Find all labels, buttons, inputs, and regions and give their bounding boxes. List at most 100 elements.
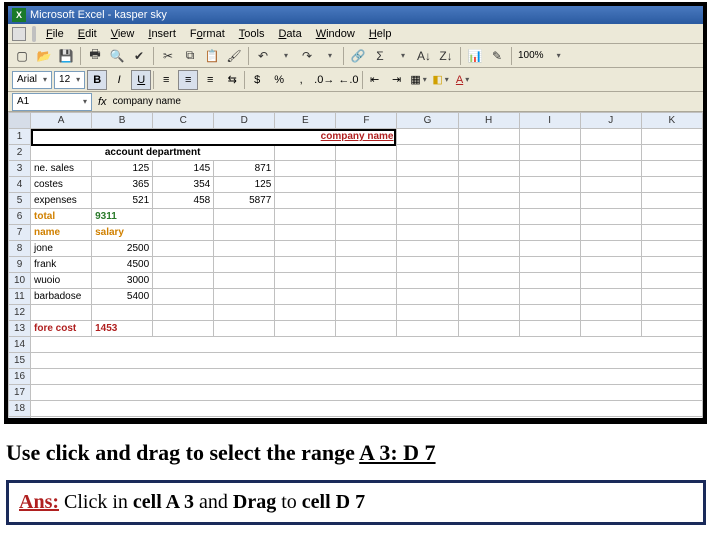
row-header[interactable]: 1 (9, 129, 31, 145)
row-header[interactable]: 14 (9, 337, 31, 353)
increase-decimal-icon[interactable]: .0→ (313, 70, 335, 90)
drawing-icon[interactable]: ✎ (487, 46, 507, 66)
cell[interactable]: 125 (214, 177, 275, 193)
col-header[interactable]: K (641, 113, 702, 129)
cell[interactable]: 5877 (214, 193, 275, 209)
align-left-icon[interactable]: ≡ (156, 70, 176, 90)
borders-icon[interactable]: ▦ (409, 70, 429, 90)
open-icon[interactable]: 📂 (34, 46, 54, 66)
row-header[interactable]: 18 (9, 401, 31, 417)
cell[interactable]: expenses (31, 193, 92, 209)
col-header[interactable]: B (92, 113, 153, 129)
menu-tools[interactable]: Tools (233, 26, 271, 42)
cell[interactable]: jone (31, 241, 92, 257)
zoom-value[interactable]: 100% (516, 50, 546, 61)
cell[interactable]: 521 (92, 193, 153, 209)
row-header[interactable]: 7 (9, 225, 31, 241)
autosum-icon[interactable]: Σ (370, 46, 390, 66)
cell-total-label[interactable]: total (31, 209, 92, 225)
col-header[interactable]: I (519, 113, 580, 129)
currency-icon[interactable]: $ (247, 70, 267, 90)
underline-button[interactable]: U (131, 70, 151, 90)
cell[interactable]: barbadose (31, 289, 92, 305)
align-right-icon[interactable]: ≡ (200, 70, 220, 90)
format-painter-icon[interactable]: 🖌 (224, 46, 244, 66)
cell[interactable]: 871 (214, 161, 275, 177)
print-preview-icon[interactable]: 🔍 (107, 46, 127, 66)
select-all-corner[interactable] (9, 113, 31, 129)
bold-button[interactable]: B (87, 70, 107, 90)
menu-format[interactable]: Format (184, 26, 231, 42)
sort-asc-icon[interactable]: A↓ (414, 46, 434, 66)
col-header[interactable]: D (214, 113, 275, 129)
menu-help[interactable]: Help (363, 26, 398, 42)
autosum-dropdown-icon[interactable] (392, 46, 412, 66)
menu-window[interactable]: Window (310, 26, 361, 42)
merge-center-icon[interactable]: ⇆ (222, 70, 242, 90)
col-header[interactable]: C (153, 113, 214, 129)
menu-insert[interactable]: Insert (142, 26, 182, 42)
cell[interactable]: 5400 (92, 289, 153, 305)
name-box[interactable]: A1 (12, 93, 92, 111)
cell[interactable]: 3000 (92, 273, 153, 289)
row-header[interactable]: 19 (9, 417, 31, 419)
col-header[interactable]: H (458, 113, 519, 129)
redo-dropdown-icon[interactable] (319, 46, 339, 66)
workbook-icon[interactable] (12, 27, 26, 41)
row-header[interactable]: 11 (9, 289, 31, 305)
menu-data[interactable]: Data (272, 26, 307, 42)
row-header[interactable]: 9 (9, 257, 31, 273)
percent-icon[interactable]: % (269, 70, 289, 90)
font-combo[interactable]: Arial (12, 71, 52, 89)
cell[interactable]: wuoio (31, 273, 92, 289)
chart-icon[interactable]: 📊 (465, 46, 485, 66)
row-header[interactable]: 6 (9, 209, 31, 225)
cell-account-dept[interactable]: account department (31, 145, 275, 161)
col-header[interactable]: A (31, 113, 92, 129)
comma-icon[interactable]: , (291, 70, 311, 90)
row-header[interactable]: 2 (9, 145, 31, 161)
spreadsheet-grid[interactable]: A B C D E F G H I J K 1 company name (8, 112, 703, 418)
cell[interactable]: 4500 (92, 257, 153, 273)
decrease-decimal-icon[interactable]: ←.0 (337, 70, 359, 90)
formula-value[interactable]: company name (113, 96, 181, 107)
col-header[interactable]: E (275, 113, 336, 129)
menu-edit[interactable]: Edit (72, 26, 103, 42)
fx-label[interactable]: fx (98, 96, 107, 108)
cell-name-hdr[interactable]: name (31, 225, 92, 241)
row-header[interactable]: 15 (9, 353, 31, 369)
increase-indent-icon[interactable]: ⇥ (387, 70, 407, 90)
menu-file[interactable]: File (40, 26, 70, 42)
new-icon[interactable]: ▢ (12, 46, 32, 66)
cell[interactable]: 145 (153, 161, 214, 177)
row-header[interactable]: 5 (9, 193, 31, 209)
cell[interactable]: 365 (92, 177, 153, 193)
fontsize-combo[interactable]: 12 (54, 71, 85, 89)
undo-dropdown-icon[interactable] (275, 46, 295, 66)
cell-salary-hdr[interactable]: salary (92, 225, 153, 241)
print-icon[interactable]: 🖶 (85, 46, 105, 66)
font-color-icon[interactable]: A (453, 70, 473, 90)
cell[interactable]: 354 (153, 177, 214, 193)
row-header[interactable]: 16 (9, 369, 31, 385)
col-header[interactable]: G (397, 113, 458, 129)
cell-total-value[interactable]: 9311 (92, 209, 153, 225)
italic-button[interactable]: I (109, 70, 129, 90)
row-header[interactable]: 12 (9, 305, 31, 321)
align-center-icon[interactable]: ≡ (178, 70, 198, 90)
cell[interactable]: 2500 (92, 241, 153, 257)
cell[interactable]: ne. sales (31, 161, 92, 177)
zoom-dropdown-icon[interactable] (548, 46, 568, 66)
row-header[interactable]: 13 (9, 321, 31, 337)
sort-desc-icon[interactable]: Z↓ (436, 46, 456, 66)
undo-icon[interactable]: ↶ (253, 46, 273, 66)
paste-icon[interactable]: 📋 (202, 46, 222, 66)
row-header[interactable]: 17 (9, 385, 31, 401)
row-header[interactable]: 4 (9, 177, 31, 193)
cell[interactable]: 458 (153, 193, 214, 209)
menu-view[interactable]: View (105, 26, 141, 42)
redo-icon[interactable]: ↷ (297, 46, 317, 66)
cell-forecost-value[interactable]: 1453 (92, 321, 153, 337)
cell[interactable]: 125 (92, 161, 153, 177)
cut-icon[interactable]: ✂ (158, 46, 178, 66)
